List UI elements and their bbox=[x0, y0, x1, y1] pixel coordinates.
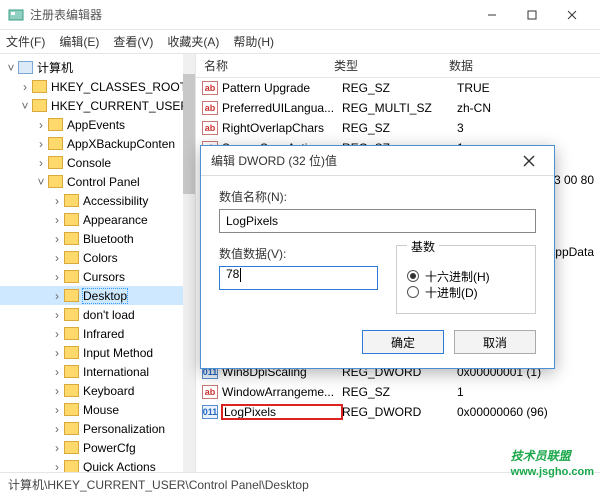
maximize-button[interactable] bbox=[512, 1, 552, 29]
menu-view[interactable]: 查看(V) bbox=[113, 33, 153, 50]
tree-item-keyboard[interactable]: ›Keyboard bbox=[0, 381, 195, 400]
tree-item-appearance[interactable]: ›Appearance bbox=[0, 210, 195, 229]
radio-dot-icon bbox=[407, 270, 419, 282]
ok-button[interactable]: 确定 bbox=[362, 330, 444, 354]
string-icon: ab bbox=[202, 121, 218, 135]
data-input[interactable]: 78 bbox=[219, 266, 378, 290]
registry-row[interactable]: abPattern UpgradeREG_SZTRUE bbox=[196, 78, 600, 98]
tree-item-quick-actions[interactable]: ›Quick Actions bbox=[0, 457, 195, 472]
tree-pane[interactable]: ˅计算机 ›HKEY_CLASSES_ROOT ˅HKEY_CURRENT_US… bbox=[0, 54, 196, 472]
app-icon bbox=[8, 7, 24, 23]
tree-item[interactable]: ›Console bbox=[0, 153, 195, 172]
tree-item-desktop[interactable]: ›Desktop bbox=[0, 286, 195, 305]
name-label: 数值名称(N): bbox=[219, 188, 536, 205]
edit-dword-dialog: 编辑 DWORD (32 位)值 数值名称(N): 数值数据(V): 78 基数… bbox=[200, 145, 555, 369]
radio-dot-icon bbox=[407, 286, 419, 298]
titlebar: 注册表编辑器 bbox=[0, 0, 600, 30]
tree-item-input-method[interactable]: ›Input Method bbox=[0, 343, 195, 362]
data-label: 数值数据(V): bbox=[219, 245, 378, 262]
list-header: 名称 类型 数据 bbox=[196, 54, 600, 78]
tree-item-colors[interactable]: ›Colors bbox=[0, 248, 195, 267]
registry-row[interactable]: 011LogPixelsREG_DWORD0x00000060 (96) bbox=[196, 402, 600, 422]
tree-root[interactable]: ˅计算机 bbox=[0, 58, 195, 77]
col-name[interactable]: 名称 bbox=[196, 57, 326, 74]
tree-item-accessibility[interactable]: ›Accessibility bbox=[0, 191, 195, 210]
name-input[interactable] bbox=[219, 209, 536, 233]
string-icon: ab bbox=[202, 81, 218, 95]
tree-item-cursors[interactable]: ›Cursors bbox=[0, 267, 195, 286]
registry-row[interactable]: abRightOverlapCharsREG_SZ3 bbox=[196, 118, 600, 138]
menu-help[interactable]: 帮助(H) bbox=[233, 33, 274, 50]
tree-hkcr[interactable]: ›HKEY_CLASSES_ROOT bbox=[0, 77, 195, 96]
close-button[interactable] bbox=[552, 1, 592, 29]
tree-item-powercfg[interactable]: ›PowerCfg bbox=[0, 438, 195, 457]
tree-scrollbar[interactable] bbox=[183, 54, 195, 472]
radio-dec[interactable]: 十进制(D) bbox=[407, 281, 525, 303]
col-data[interactable]: 数据 bbox=[441, 57, 600, 74]
tree-control-panel[interactable]: ˅Control Panel bbox=[0, 172, 195, 191]
tree-scroll-thumb[interactable] bbox=[183, 74, 195, 194]
registry-row[interactable]: abPreferredUILangua...REG_MULTI_SZzh-CN bbox=[196, 98, 600, 118]
menubar: 文件(F) 编辑(E) 查看(V) 收藏夹(A) 帮助(H) bbox=[0, 30, 600, 54]
minimize-button[interactable] bbox=[472, 1, 512, 29]
window-title: 注册表编辑器 bbox=[30, 6, 472, 23]
cancel-button[interactable]: 取消 bbox=[454, 330, 536, 354]
tree-item[interactable]: ›AppEvents bbox=[0, 115, 195, 134]
dword-icon: 011 bbox=[202, 405, 218, 419]
registry-row[interactable]: abWindowArrangeme...REG_SZ1 bbox=[196, 382, 600, 402]
string-icon: ab bbox=[202, 385, 218, 399]
dialog-close-button[interactable] bbox=[514, 147, 544, 175]
text-cursor bbox=[240, 268, 241, 282]
tree-item-mouse[interactable]: ›Mouse bbox=[0, 400, 195, 419]
tree-item[interactable]: ›AppXBackupConten bbox=[0, 134, 195, 153]
dialog-title: 编辑 DWORD (32 位)值 bbox=[211, 152, 514, 169]
tree-item-infrared[interactable]: ›Infrared bbox=[0, 324, 195, 343]
tree-item-international[interactable]: ›International bbox=[0, 362, 195, 381]
base-fieldset: 基数 十六进制(H) 十进制(D) bbox=[396, 245, 536, 314]
tree-hkcu[interactable]: ˅HKEY_CURRENT_USER bbox=[0, 96, 195, 115]
tree-item-personalization[interactable]: ›Personalization bbox=[0, 419, 195, 438]
menu-file[interactable]: 文件(F) bbox=[6, 33, 45, 50]
menu-edit[interactable]: 编辑(E) bbox=[59, 33, 99, 50]
tree-item-bluetooth[interactable]: ›Bluetooth bbox=[0, 229, 195, 248]
col-type[interactable]: 类型 bbox=[326, 57, 441, 74]
tree-item-don-t-load[interactable]: ›don't load bbox=[0, 305, 195, 324]
base-legend: 基数 bbox=[407, 238, 439, 255]
statusbar: 计算机\HKEY_CURRENT_USER\Control Panel\Desk… bbox=[0, 472, 600, 494]
menu-fav[interactable]: 收藏夹(A) bbox=[167, 33, 219, 50]
string-icon: ab bbox=[202, 101, 218, 115]
